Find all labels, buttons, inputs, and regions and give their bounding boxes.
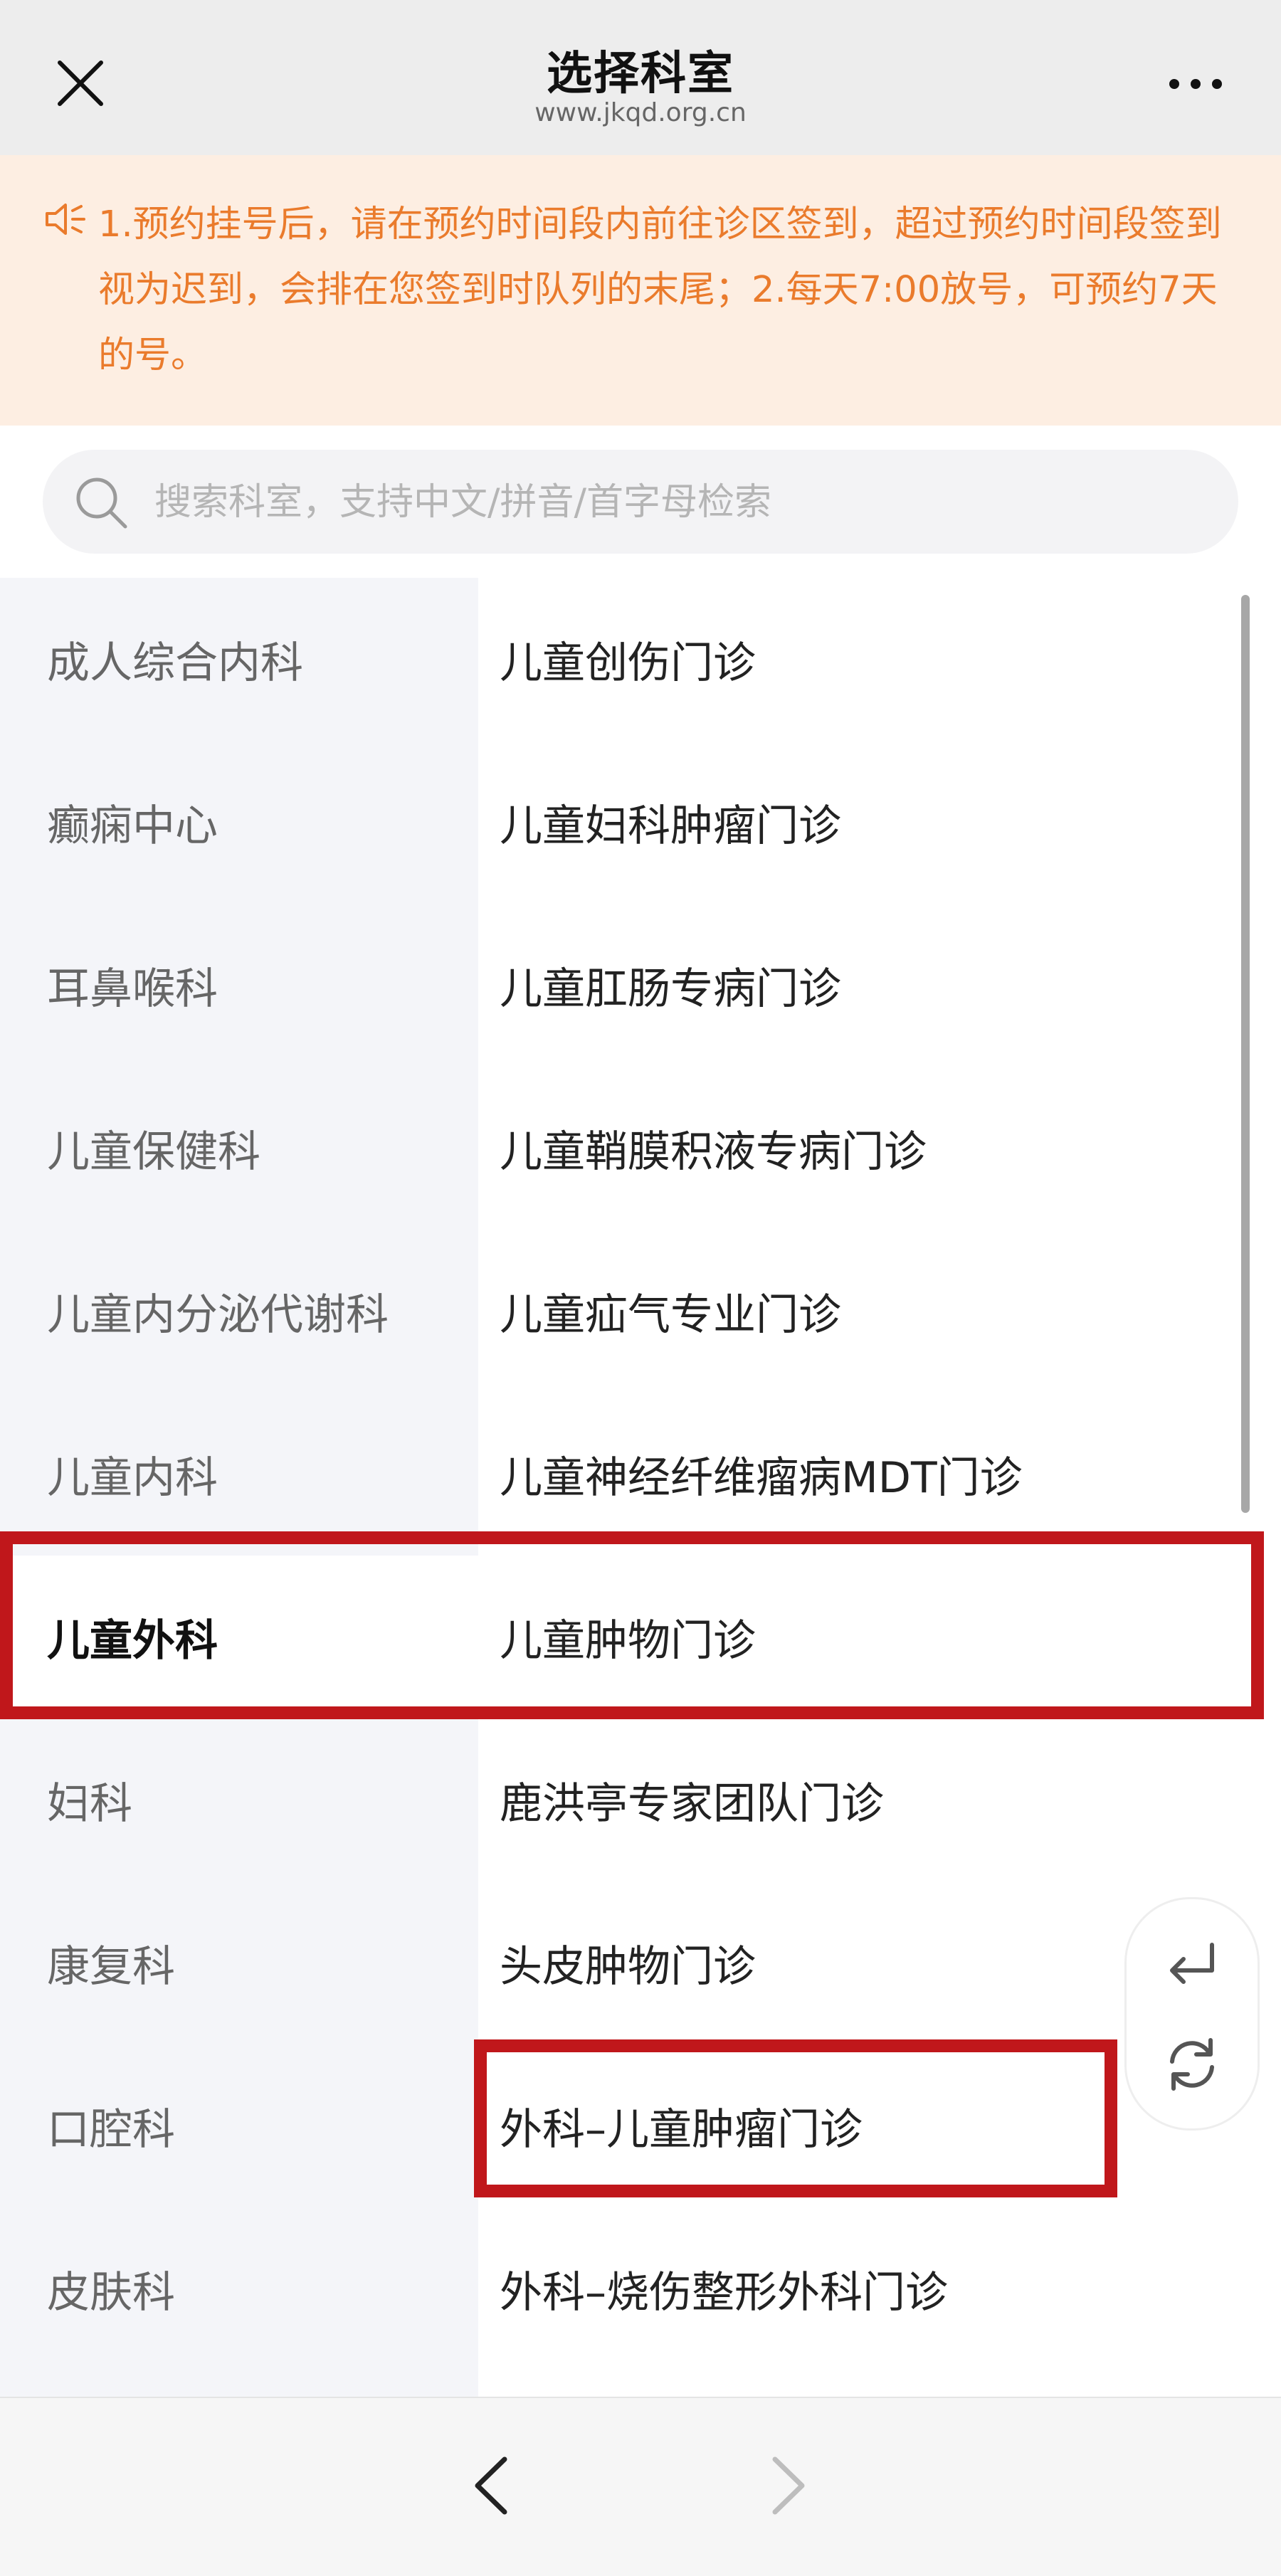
department-item[interactable]: 成人综合内科 bbox=[0, 578, 478, 741]
forward-icon[interactable] bbox=[764, 2454, 813, 2518]
department-item[interactable]: 儿童保健科 bbox=[0, 1067, 478, 1230]
page-title: 选择科室 bbox=[547, 48, 734, 100]
department-item[interactable]: 耳鼻喉科 bbox=[0, 904, 478, 1067]
page-url: www.jkqd.org.cn bbox=[534, 98, 747, 127]
scrollbar[interactable] bbox=[1241, 595, 1250, 1513]
speaker-icon bbox=[46, 204, 85, 235]
department-item[interactable]: 康复科 bbox=[0, 1881, 478, 2044]
clinic-item[interactable]: 儿童疝气专业门诊 bbox=[500, 1230, 1240, 1393]
clinic-item[interactable]: 鹿洪亭专家团队门诊 bbox=[500, 1719, 1240, 1881]
more-icon[interactable] bbox=[1167, 75, 1224, 93]
clinic-item[interactable]: 儿童妇科肿瘤门诊 bbox=[500, 741, 1240, 904]
clinic-item[interactable]: 儿童肛肠专病门诊 bbox=[500, 904, 1240, 1067]
search-input[interactable] bbox=[153, 471, 1209, 534]
floating-action-pill bbox=[1124, 1897, 1260, 2131]
clinic-item[interactable]: 外科–烧伤整形外科门诊 bbox=[500, 2207, 1240, 2370]
department-item[interactable]: 癫痫中心 bbox=[0, 741, 478, 904]
back-icon[interactable] bbox=[466, 2454, 516, 2518]
highlight-box-selected-row bbox=[0, 1531, 1264, 1719]
clinic-item[interactable]: 儿童创伤门诊 bbox=[500, 578, 1240, 741]
notice-text: 1.预约挂号后，请在预约时间段内前往诊区签到，超过预约时间段签到视为迟到，会排在… bbox=[98, 204, 1222, 376]
notice-banner: 1.预约挂号后，请在预约时间段内前往诊区签到，超过预约时间段签到视为迟到，会排在… bbox=[0, 155, 1281, 426]
clinic-item[interactable]: 儿童鞘膜积液专病门诊 bbox=[500, 1067, 1240, 1230]
bottom-nav-bar bbox=[0, 2397, 1281, 2576]
search-icon bbox=[76, 477, 127, 529]
department-item[interactable]: 皮肤科 bbox=[0, 2207, 478, 2370]
header-bar: 选择科室 www.jkqd.org.cn bbox=[0, 0, 1281, 155]
refresh-icon[interactable] bbox=[1162, 2034, 1222, 2094]
department-item[interactable]: 妇科 bbox=[0, 1719, 478, 1881]
highlight-box-clinic bbox=[474, 2039, 1117, 2197]
department-item[interactable]: 儿童内分泌代谢科 bbox=[0, 1230, 478, 1393]
return-icon[interactable] bbox=[1162, 1939, 1222, 1993]
search-bar[interactable] bbox=[43, 450, 1238, 554]
department-item[interactable]: 口腔科 bbox=[0, 2044, 478, 2207]
